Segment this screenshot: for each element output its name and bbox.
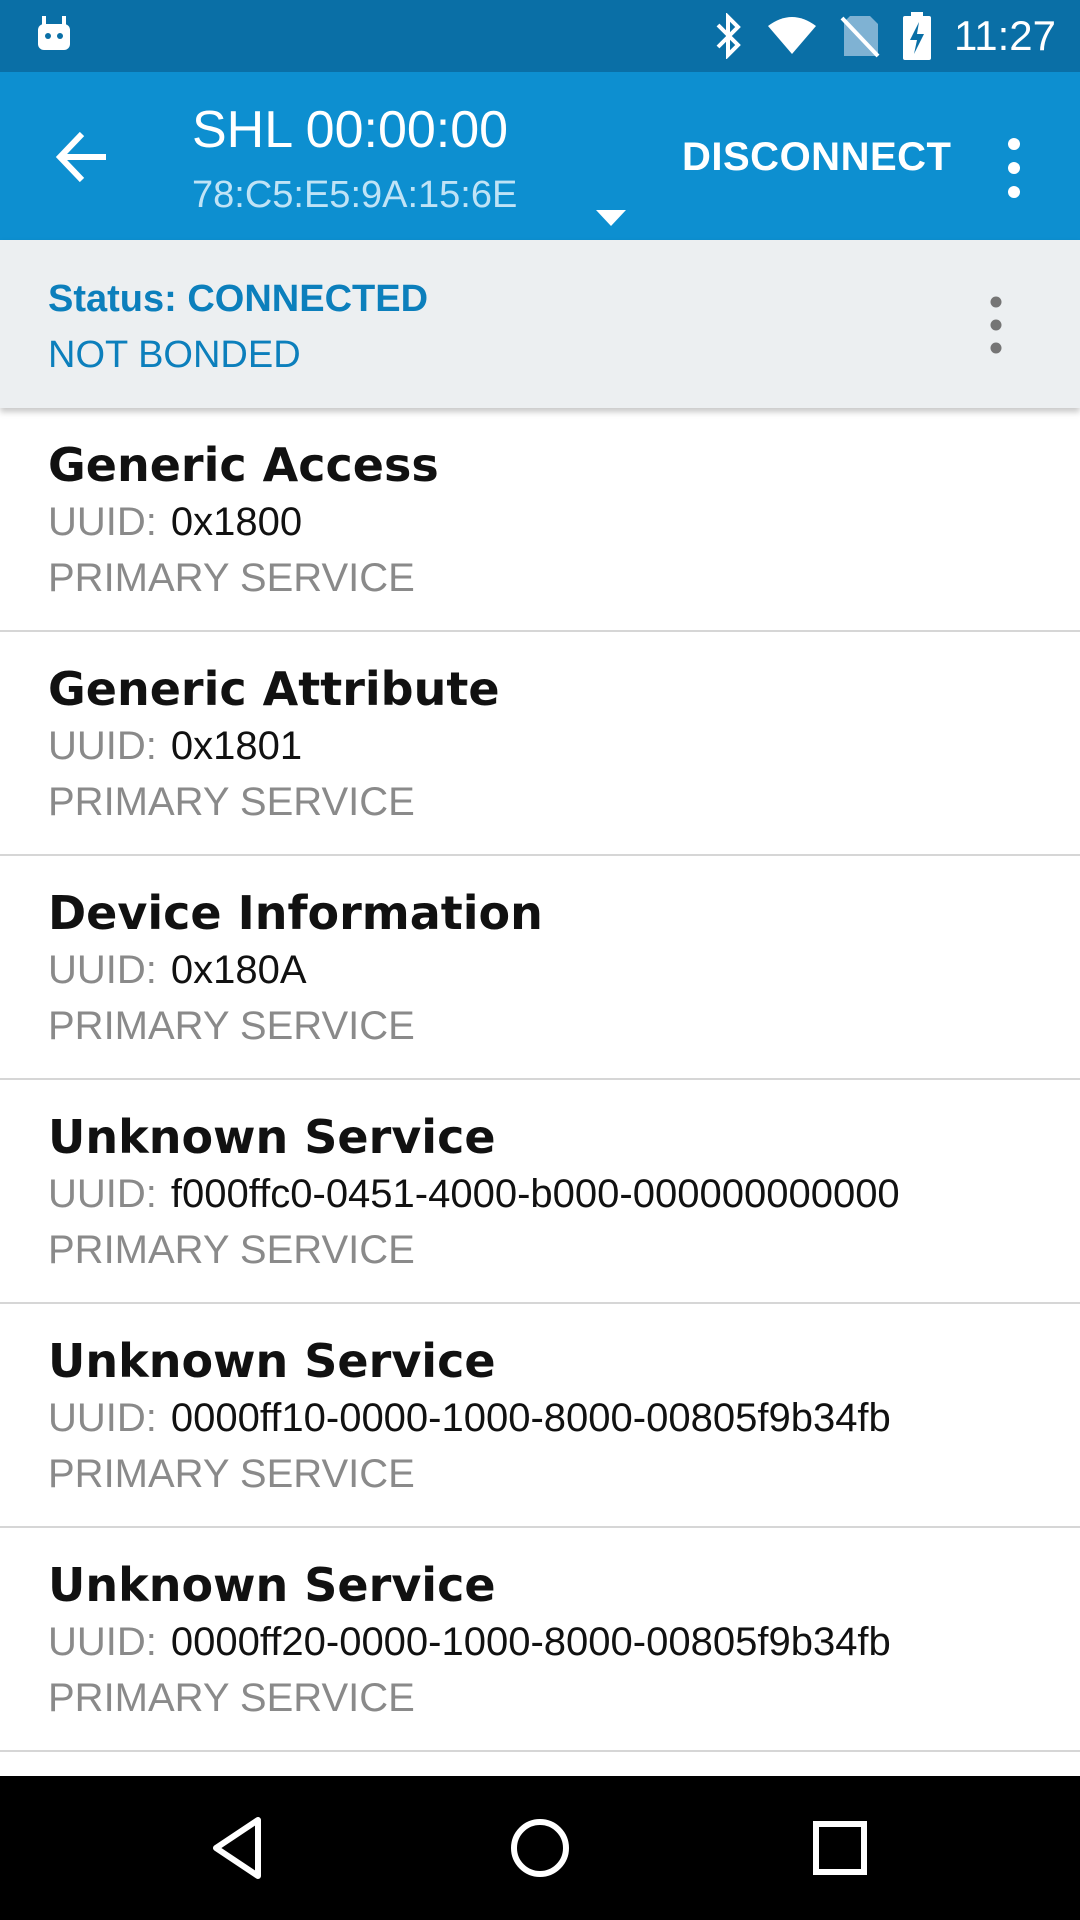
uuid-label: UUID: [48,500,157,544]
more-vertical-icon[interactable] [976,290,1016,360]
service-type: PRIMARY SERVICE [48,780,415,824]
uuid-value: 0x1800 [170,500,303,544]
android-icon [36,14,72,54]
bond-status: NOT BONDED [48,334,301,376]
app-bar: SHL 00:00:00 78:C5:E5:9A:15:6E DISCONNEC… [0,72,1080,240]
system-navigation-bar [0,1776,1080,1920]
uuid-label: UUID: [48,1396,157,1440]
service-list-item-partial[interactable] [0,1752,1080,1776]
clock-time: 11:27 [954,12,1056,59]
service-uuid-row: UUID: 0x180A [48,948,307,993]
nav-home-icon[interactable] [500,1808,580,1888]
nav-back-icon[interactable] [200,1808,280,1888]
arrow-back-icon[interactable] [50,122,120,192]
uuid-value: f000ffc0-0451-4000-b000-000000000000 [170,1172,900,1216]
battery-charging-icon [902,12,932,60]
uuid-value: 0000ff20-0000-1000-8000-00805f9b34fb [170,1620,891,1664]
uuid-label: UUID: [48,724,157,768]
service-uuid-row: UUID: 0000ff20-0000-1000-8000-00805f9b34f… [48,1620,891,1665]
uuid-label: UUID: [48,1172,157,1216]
status-bar: 11:27 [0,0,1080,72]
uuid-label: UUID: [48,1620,157,1664]
service-type: PRIMARY SERVICE [48,1228,415,1272]
service-uuid-row: UUID: 0x1801 [48,724,302,769]
service-name: Unknown Service [48,1558,496,1612]
service-list-item[interactable]: Unknown Service UUID: 0000ff10-0000-1000-… [0,1304,1080,1528]
disconnect-button[interactable]: DISCONNECT [668,122,965,192]
uuid-value: 0x180A [170,948,307,992]
service-list-item[interactable]: Generic Access UUID: 0x1800 PRIMARY SERVI… [0,408,1080,632]
service-type: PRIMARY SERVICE [48,1676,415,1720]
service-type: PRIMARY SERVICE [48,1004,415,1048]
service-name: Generic Attribute [48,662,500,716]
uuid-label: UUID: [48,948,157,992]
dropdown-arrow-icon[interactable] [588,206,634,230]
device-mac-address: 78:C5:E5:9A:15:6E [192,174,518,216]
service-list-item[interactable]: Unknown Service UUID: 0000ff20-0000-1000-… [0,1528,1080,1752]
service-name: Unknown Service [48,1334,496,1388]
connection-status: Status: CONNECTED [48,278,429,320]
service-name: Generic Access [48,438,439,492]
no-sim-icon [840,14,880,58]
service-name: Device Information [48,886,543,940]
service-list-item[interactable]: Unknown Service UUID: f000ffc0-0451-4000-… [0,1080,1080,1304]
wifi-icon [766,16,818,56]
service-type: PRIMARY SERVICE [48,556,415,600]
service-list-item[interactable]: Device Information UUID: 0x180A PRIMARY S… [0,856,1080,1080]
service-list-item[interactable]: Generic Attribute UUID: 0x1801 PRIMARY SE… [0,632,1080,856]
service-uuid-row: UUID: 0000ff10-0000-1000-8000-00805f9b34f… [48,1396,891,1441]
uuid-value: 0x1801 [170,724,303,768]
service-uuid-row: UUID: 0x1800 [48,500,302,545]
uuid-value: 0000ff10-0000-1000-8000-00805f9b34fb [170,1396,891,1440]
bluetooth-icon [714,13,744,59]
nav-recents-icon[interactable] [800,1808,880,1888]
service-name: Unknown Service [48,1110,496,1164]
device-name-title: SHL 00:00:00 [192,101,509,159]
service-uuid-row: UUID: f000ffc0-0451-4000-b000-00000000000… [48,1172,900,1217]
service-type: PRIMARY SERVICE [48,1452,415,1496]
service-list: Generic Access UUID: 0x1800 PRIMARY SERVI… [0,408,1080,1776]
more-vertical-icon[interactable] [994,128,1034,208]
connection-status-panel: Status: CONNECTED NOT BONDED [0,240,1080,408]
